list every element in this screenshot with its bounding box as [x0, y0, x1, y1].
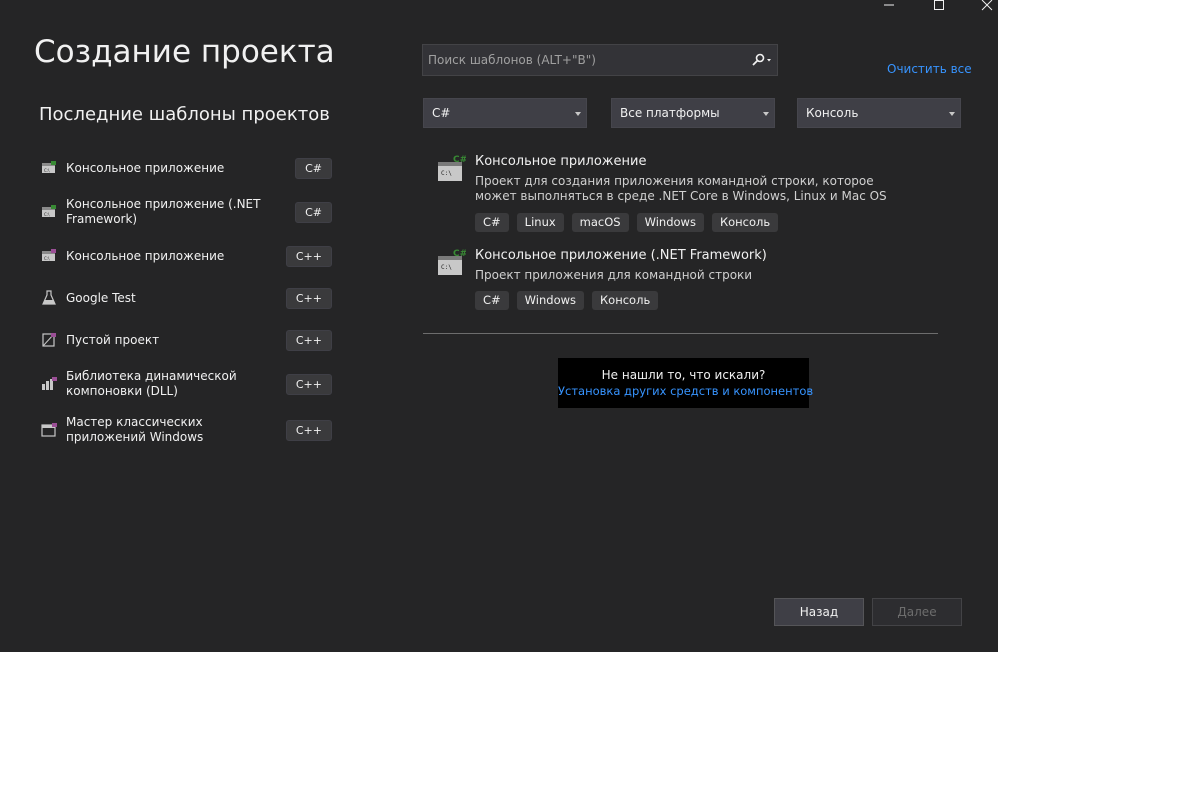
results-divider	[423, 333, 938, 334]
maximize-button[interactable]	[924, 0, 954, 12]
install-more-tools-link[interactable]: Установка других средств и компонентов	[558, 384, 813, 398]
project-type-filter-dropdown[interactable]: Консоль	[797, 98, 961, 128]
template-search-box	[422, 44, 778, 76]
console-app-icon: C:\	[42, 205, 56, 217]
recent-templates-heading: Последние шаблоны проектов	[39, 104, 330, 125]
console-app-icon: C:\ C#	[438, 155, 466, 181]
template-tag: Linux	[516, 213, 564, 232]
svg-text:C:\: C:\	[44, 168, 50, 173]
svg-text:C#: C#	[453, 249, 466, 259]
chevron-down-icon	[575, 112, 581, 116]
search-icon	[752, 53, 771, 66]
recent-template-label: Google Test	[66, 290, 136, 305]
create-project-window: Создание проекта Последние шаблоны проек…	[0, 0, 998, 652]
next-button[interactable]: Далее	[872, 598, 962, 626]
recent-template-item[interactable]: C:\ Консольное приложение C#	[40, 158, 332, 179]
page-title: Создание проекта	[34, 34, 335, 70]
template-tag: Консоль	[711, 213, 779, 232]
platform-filter-value: Все платформы	[620, 106, 720, 120]
language-badge: C++	[285, 330, 332, 351]
dll-icon	[42, 377, 57, 390]
desktop-wizard-icon	[41, 423, 57, 437]
maximize-icon	[934, 0, 944, 10]
svg-text:C:\: C:\	[441, 170, 452, 177]
not-found-question: Не нашли то, что искали?	[601, 368, 766, 382]
svg-text:C:\: C:\	[44, 256, 50, 261]
recent-template-item[interactable]: C:\ Консольное приложение C++	[40, 246, 332, 267]
language-badge: C++	[285, 246, 332, 267]
recent-template-label: Консольное приложение (.NET Framework)	[66, 197, 261, 226]
search-options-button[interactable]	[747, 45, 777, 75]
chevron-down-icon	[763, 112, 769, 116]
language-filter-value: C#	[432, 106, 451, 120]
search-input[interactable]	[423, 45, 748, 75]
template-tag: Windows	[636, 213, 704, 232]
flask-icon	[42, 290, 56, 305]
template-tag: macOS	[571, 213, 629, 232]
template-result-item[interactable]: C:\ C# Консольное приложение (.NET Frame…	[436, 248, 936, 312]
template-result-item[interactable]: C:\ C# Консольное приложение Проект для …	[436, 154, 936, 234]
language-badge: C++	[285, 420, 332, 441]
language-filter-dropdown[interactable]: C#	[423, 98, 587, 128]
template-tags: C# Linux macOS Windows Консоль	[475, 213, 779, 232]
template-name: Консольное приложение	[475, 154, 647, 169]
language-badge: C++	[285, 374, 332, 395]
back-button[interactable]: Назад	[774, 598, 864, 626]
recent-template-item[interactable]: Google Test C++	[40, 288, 332, 309]
language-badge: C++	[285, 288, 332, 309]
recent-template-item[interactable]: Библиотека динамической компоновки (DLL)…	[40, 369, 332, 399]
template-tag: Консоль	[592, 291, 659, 310]
language-badge: C#	[295, 158, 332, 179]
empty-project-icon	[42, 333, 56, 347]
platform-filter-dropdown[interactable]: Все платформы	[611, 98, 775, 128]
project-type-filter-value: Консоль	[806, 106, 859, 120]
template-tag: C#	[475, 213, 509, 232]
console-app-icon: C:\	[42, 249, 56, 261]
svg-text:C#: C#	[453, 155, 466, 165]
close-icon	[981, 0, 993, 11]
template-tag: Windows	[516, 291, 585, 310]
recent-template-item[interactable]: C:\ Консольное приложение (.NET Framewor…	[40, 197, 332, 227]
template-tags: C# Windows Консоль	[475, 291, 659, 310]
svg-text:C:\: C:\	[44, 212, 50, 217]
template-description: Проект приложения для командной строки	[475, 268, 753, 282]
close-button[interactable]	[972, 0, 1002, 12]
recent-template-label: Консольное приложение	[66, 248, 225, 263]
template-tag: C#	[475, 291, 509, 310]
recent-template-label: Консольное приложение	[66, 160, 225, 175]
recent-template-label: Мастер классических приложений Windows	[66, 415, 204, 444]
minimize-button[interactable]	[874, 0, 904, 12]
recent-template-item[interactable]: Пустой проект C++	[40, 330, 332, 351]
minimize-icon	[884, 4, 894, 6]
recent-template-label: Пустой проект	[66, 332, 160, 347]
language-badge: C#	[295, 202, 332, 223]
clear-all-link[interactable]: Очистить все	[887, 62, 972, 76]
not-found-panel: Не нашли то, что искали? Установка други…	[558, 358, 813, 408]
recent-template-item[interactable]: Мастер классических приложений Windows C…	[40, 415, 332, 445]
template-name: Консольное приложение (.NET Framework)	[475, 248, 767, 263]
console-app-icon: C:\ C#	[438, 249, 466, 275]
svg-text:C:\: C:\	[441, 264, 452, 271]
console-app-icon: C:\	[42, 161, 56, 173]
template-description: Проект для создания приложения командной…	[475, 174, 887, 203]
chevron-down-icon	[949, 112, 955, 116]
recent-template-label: Библиотека динамической компоновки (DLL)	[66, 369, 237, 398]
